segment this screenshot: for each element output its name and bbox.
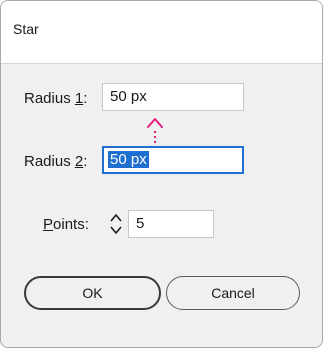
radius-2-label-colon: : (83, 153, 88, 170)
cancel-button[interactable]: Cancel (166, 276, 300, 310)
radius-2-mnemonic: 2 (74, 153, 84, 170)
radius-1-value: 50 px (110, 88, 147, 105)
dialog-title: Star (13, 21, 39, 37)
radius-1-label-colon: : (83, 90, 88, 107)
title-bar: Star (1, 1, 322, 64)
points-label: Points: (43, 216, 89, 233)
radius-2-value: 50 px (108, 151, 149, 168)
spinner-arrows-icon[interactable] (105, 211, 127, 237)
link-indicator-icon (147, 118, 163, 144)
points-input[interactable]: 5 (128, 210, 214, 238)
star-dialog: Star Radius 1: 50 px Radius 2: 50 px Poi… (0, 0, 323, 348)
radius-1-label: Radius 1: (24, 90, 87, 107)
points-label-text: oints: (53, 216, 89, 233)
ok-button[interactable]: OK (24, 276, 161, 310)
radius-1-input[interactable]: 50 px (102, 83, 244, 111)
radius-2-label-text: Radius (24, 153, 75, 170)
radius-2-label: Radius 2: (24, 153, 87, 170)
radius-1-mnemonic: 1 (74, 90, 84, 107)
points-value: 5 (136, 215, 145, 232)
points-mnemonic: P (43, 216, 54, 233)
radius-1-label-text: Radius (24, 90, 75, 107)
radius-2-input[interactable]: 50 px (102, 146, 244, 174)
